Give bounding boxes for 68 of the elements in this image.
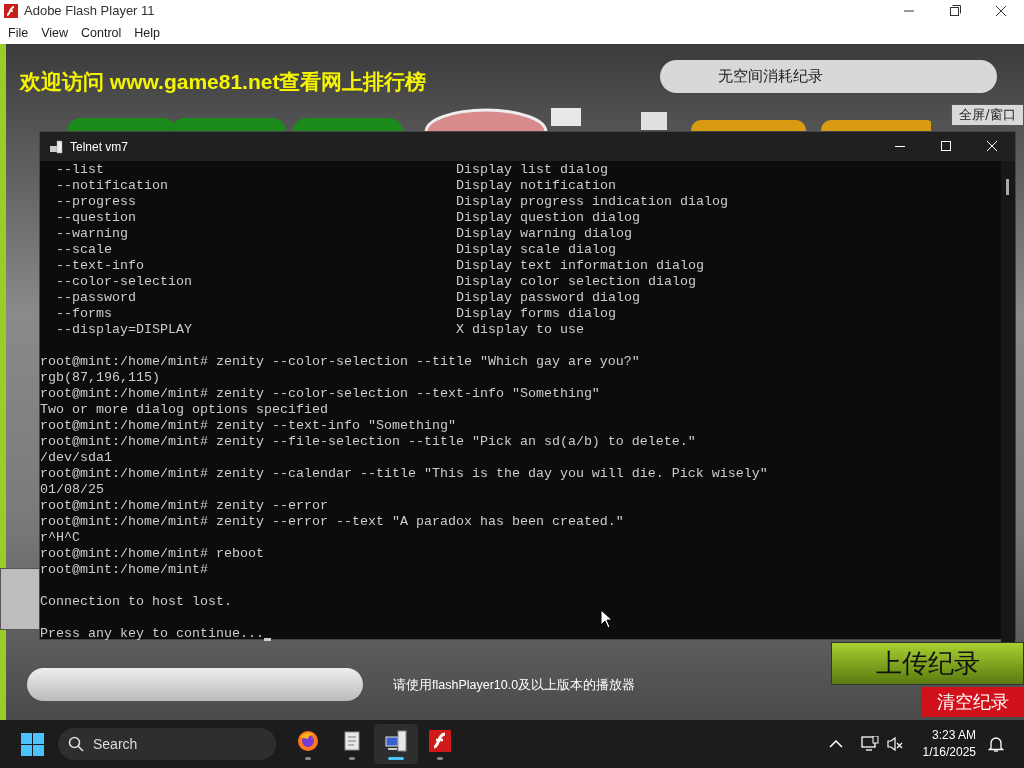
terminal-line: root@mint:/home/mint# zenity --calendar --title "This is the day you will die. Pick wisely": [40, 466, 768, 482]
option-name: --list: [56, 162, 104, 177]
terminal-line: root@mint:/home/mint# zenity --file-selection --title "Pick an sd(a/b) to delete.": [40, 434, 696, 450]
option-name: --forms: [56, 306, 112, 321]
taskbar-app[interactable]: [374, 724, 418, 764]
option-description: Display list dialog: [456, 162, 608, 178]
monitor-icon[interactable]: [860, 736, 879, 752]
option-name: --scale: [56, 242, 112, 257]
speaker-muted-icon[interactable]: [886, 736, 903, 752]
option-description: Display text information dialog: [456, 258, 704, 274]
clock-time: 3:23 AM: [931, 727, 976, 744]
flash-logo-icon: [4, 4, 18, 18]
search-icon: [68, 736, 84, 752]
bell-icon[interactable]: [988, 735, 1004, 753]
terminal-line: root@mint:/home/mint#: [40, 562, 208, 578]
option-description: Display password dialog: [456, 290, 640, 306]
window-title: Adobe Flash Player 11: [24, 2, 155, 21]
record-box: 无空间消耗纪录: [660, 60, 997, 93]
menu-item[interactable]: Control: [75, 23, 128, 43]
option-name: --text-info: [56, 258, 144, 273]
option-name: --warning: [56, 226, 128, 241]
terminal-line: 01/08/25: [40, 482, 104, 498]
notice-text: 请使用flashPlayer10.0及以上版本的播放器: [393, 677, 636, 694]
option-name: --question: [56, 210, 136, 225]
terminal-line: root@mint:/home/mint# zenity --error --text "A paradox has been created.": [40, 514, 624, 530]
menu-item[interactable]: View: [35, 23, 75, 43]
option-description: Display progress indication dialog: [456, 194, 728, 210]
windows-start-icon[interactable]: [21, 732, 44, 756]
terminal-line: r^H^C: [40, 530, 80, 546]
computer-icon: [384, 728, 408, 753]
fullscreen-button[interactable]: 全屏/窗口: [951, 103, 1024, 126]
computer-icon: [49, 139, 63, 154]
window-title: Telnet vm7: [70, 138, 129, 156]
terminal-line: root@mint:/home/mint# zenity --text-info "Something": [40, 418, 456, 434]
option-description: Display scale dialog: [456, 242, 616, 258]
option-description: Display forms dialog: [456, 306, 616, 322]
terminal-line: Press any key to continue...: [40, 626, 264, 642]
mouse-pointer-icon: [600, 609, 613, 629]
terminal-line: Connection to host lost.: [40, 594, 232, 610]
chevron-up-icon[interactable]: [828, 739, 843, 749]
option-name: --notification: [56, 178, 168, 193]
terminal-line: root@mint:/home/mint# zenity --color-selection --text-info "Something": [40, 386, 600, 402]
option-name: --color-selection: [56, 274, 192, 289]
terminal-line: root@mint:/home/mint# zenity --error: [40, 498, 328, 514]
terminal-line: root@mint:/home/mint# zenity --color-selection --title "Which gay are you?": [40, 354, 640, 370]
clock-date: 1/16/2025: [922, 744, 976, 761]
option-description: Display color selection dialog: [456, 274, 696, 290]
option-name: --progress: [56, 194, 136, 209]
menu-item[interactable]: Help: [128, 23, 167, 43]
option-description: Display notification: [456, 178, 616, 194]
terminal-line: Two or more dialog options specified: [40, 402, 328, 418]
flash-logo-icon: [428, 728, 452, 753]
banner-text: 欢迎访问 www.game81.net查看网上排行榜: [20, 69, 427, 95]
option-description: X display to use: [456, 322, 584, 338]
firefox-icon: [296, 728, 320, 753]
terminal-line: /dev/sda1: [40, 450, 112, 466]
option-description: Display warning dialog: [456, 226, 632, 242]
clear-record-button[interactable]: 清空纪录: [921, 687, 1024, 717]
terminal-line: root@mint:/home/mint# reboot: [40, 546, 264, 562]
menu-item[interactable]: File: [2, 23, 35, 43]
upload-record-button[interactable]: 上传纪录: [831, 642, 1024, 685]
scrollbar-thumb[interactable]: [1006, 179, 1009, 195]
search-field[interactable]: Search: [58, 728, 276, 760]
terminal-line: rgb(87,196,115): [40, 370, 160, 386]
option-name: --password: [56, 290, 136, 305]
side-panel: [0, 568, 40, 630]
option-description: Display question dialog: [456, 210, 640, 226]
option-name: --display=DISPLAY: [56, 322, 192, 337]
